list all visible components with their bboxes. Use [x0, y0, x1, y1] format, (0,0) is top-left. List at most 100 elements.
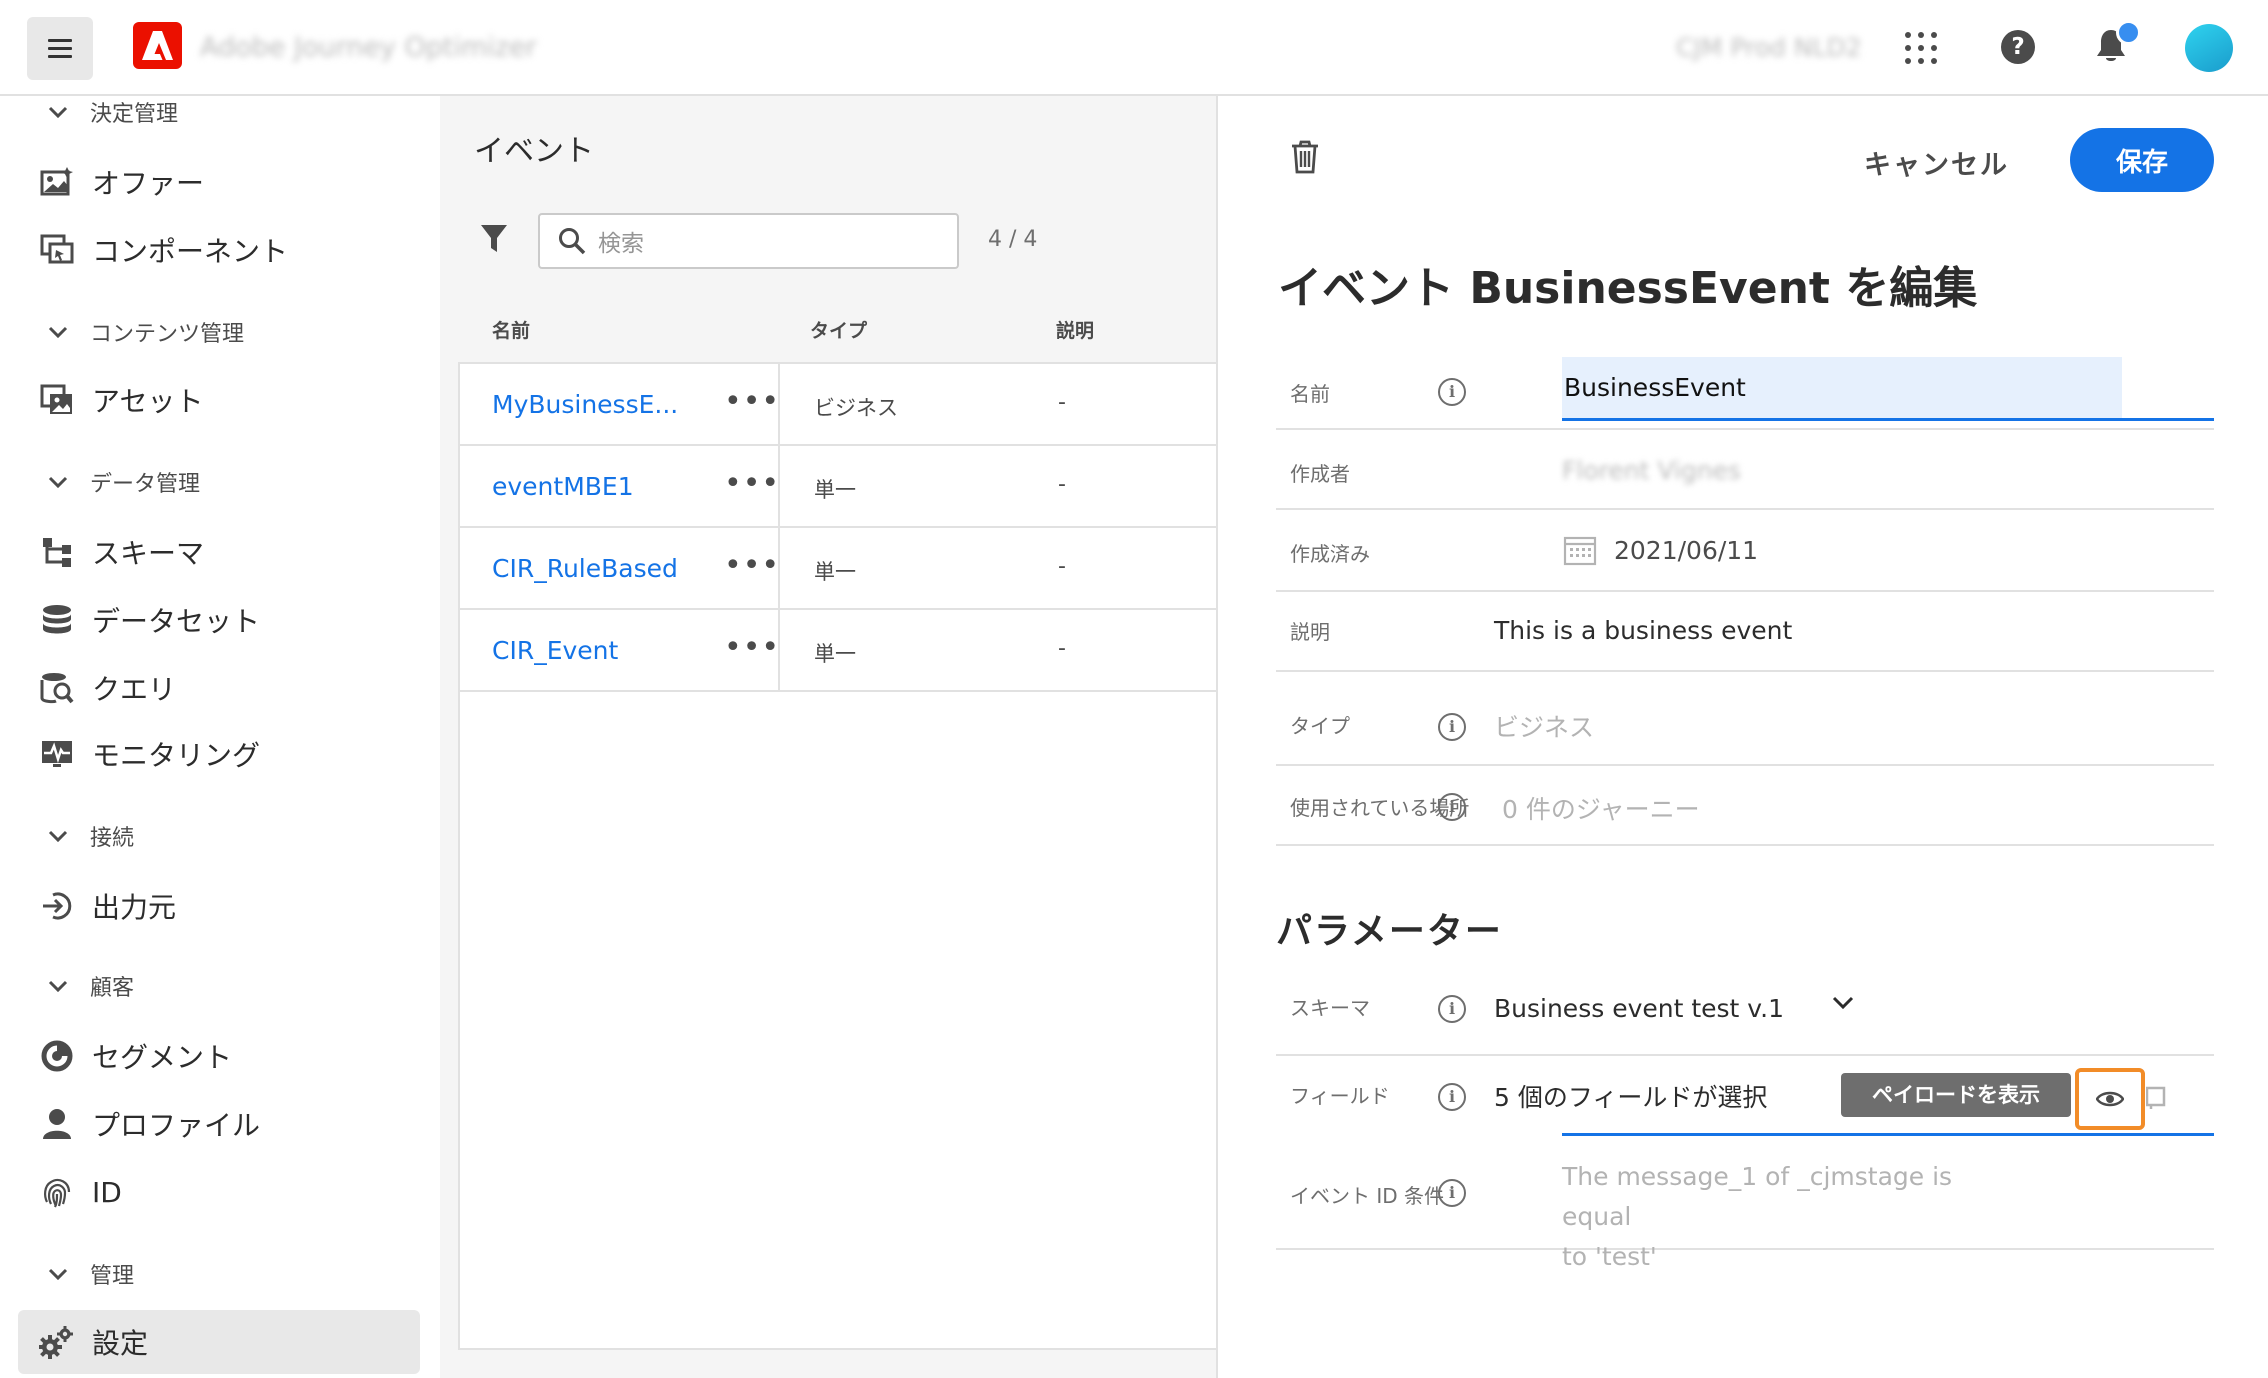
- filter-icon[interactable]: [480, 224, 508, 254]
- event-name-link[interactable]: eventMBE1: [492, 472, 634, 501]
- info-icon[interactable]: i: [1438, 1179, 1466, 1207]
- sidebar-item-profiles[interactable]: プロファイル: [38, 1096, 418, 1152]
- calendar-icon: [1563, 536, 1597, 566]
- field-label-description: 説明: [1290, 620, 1330, 644]
- column-divider: [778, 446, 780, 528]
- field-row-description: 説明 This is a business event: [1276, 592, 2214, 672]
- param-row-schema: スキーマ Business event test v.1: [1276, 972, 2214, 1056]
- sidebar-item-monitoring[interactable]: モニタリング: [38, 726, 418, 782]
- adobe-logo[interactable]: [133, 22, 182, 69]
- assets-icon: [38, 381, 76, 419]
- sidebar-item-assets[interactable]: アセット: [38, 372, 418, 428]
- sidebar-section-label: 接続: [90, 826, 135, 851]
- help-icon[interactable]: ?: [2001, 30, 2035, 64]
- used-in-value: 0 件のジャーニー: [1502, 795, 1700, 824]
- view-payload-button[interactable]: [2075, 1068, 2145, 1130]
- table-row[interactable]: CIR_RuleBased ••• 単一 -: [460, 528, 1216, 610]
- param-row-fields: フィールド 5 個のフィールドが選択: [1276, 1058, 2214, 1138]
- sidebar-item-label: クエリ: [92, 673, 177, 706]
- event-name-link[interactable]: MyBusinessE...: [492, 390, 678, 419]
- info-icon[interactable]: i: [1438, 713, 1466, 741]
- sidebar-item-queries[interactable]: クエリ: [38, 660, 418, 716]
- info-icon[interactable]: i: [1438, 995, 1466, 1023]
- event-description: -: [1058, 390, 1066, 415]
- event-id-condition-line: to 'test': [1562, 1242, 1657, 1271]
- table-row[interactable]: eventMBE1 ••• 単一 -: [460, 446, 1216, 528]
- sidebar-section-data[interactable]: データ管理: [48, 466, 200, 498]
- sidebar-section-connections[interactable]: 接続: [48, 820, 134, 852]
- apps-grid-icon[interactable]: [1905, 32, 1937, 64]
- event-description: -: [1058, 472, 1066, 497]
- sidebar-section-content[interactable]: コンテンツ管理: [48, 316, 244, 348]
- cancel-button[interactable]: キャンセル: [1864, 138, 2009, 186]
- chevron-down-icon: [48, 476, 68, 488]
- sources-icon: [38, 887, 76, 925]
- org-switcher[interactable]: CJM Prod NLD2: [1676, 33, 1862, 62]
- event-id-condition-value[interactable]: The message_1 of _cjmstage is equal to '…: [1562, 1157, 2022, 1277]
- sidebar-section-admin[interactable]: 管理: [48, 1258, 134, 1290]
- sidebar-item-identities[interactable]: ID: [38, 1164, 418, 1220]
- sidebar-item-label: アセット: [92, 385, 204, 418]
- menu-icon[interactable]: [27, 17, 93, 80]
- column-divider: [778, 610, 780, 692]
- chevron-down-icon: [48, 830, 68, 842]
- info-icon[interactable]: i: [1438, 793, 1466, 821]
- field-label-name: 名前: [1290, 382, 1330, 406]
- sidebar-item-settings[interactable]: 設定: [18, 1310, 420, 1374]
- description-field[interactable]: This is a business event: [1494, 616, 1792, 645]
- chevron-down-icon: [48, 106, 68, 118]
- table-row[interactable]: MyBusinessE... ••• ビジネス -: [460, 364, 1216, 446]
- info-icon[interactable]: i: [1438, 378, 1466, 406]
- fields-value: 5 個のフィールドが選択: [1494, 1083, 1768, 1112]
- chevron-down-icon: [48, 980, 68, 992]
- event-type: 単一: [814, 642, 856, 666]
- sidebar-item-label: データセット: [92, 605, 261, 638]
- search-input[interactable]: 検索: [538, 213, 959, 269]
- monitoring-icon: [38, 735, 76, 773]
- edit-title: イベント BusinessEvent を編集: [1278, 263, 1978, 314]
- event-name-link[interactable]: CIR_RuleBased: [492, 554, 678, 583]
- name-field[interactable]: [1562, 357, 2122, 421]
- created-date: 2021/06/11: [1614, 536, 1759, 565]
- column-header-name[interactable]: 名前: [492, 316, 530, 343]
- column-header-description[interactable]: 説明: [1056, 316, 1094, 343]
- edit-fields-icon[interactable]: [2146, 1084, 2166, 1110]
- more-icon[interactable]: •••: [724, 630, 780, 665]
- event-type: 単一: [814, 478, 856, 502]
- events-list-panel: イベント 検索 4 / 4 名前 タイプ 説明 MyBusinessE... •…: [440, 96, 1216, 1378]
- components-icon: [38, 231, 76, 269]
- sidebar-item-datasets[interactable]: データセット: [38, 592, 418, 648]
- query-icon: [38, 669, 76, 707]
- sidebar-section-label: 決定管理: [90, 102, 179, 127]
- chevron-down-icon: [48, 1268, 68, 1280]
- sidebar-item-components[interactable]: コンポーネント: [38, 222, 418, 278]
- info-icon[interactable]: i: [1438, 1083, 1466, 1111]
- user-icon: [38, 1105, 76, 1143]
- gear-icon: [38, 1323, 76, 1361]
- field-label-event-id-condition: イベント ID 条件: [1290, 1184, 1445, 1208]
- avatar[interactable]: [2185, 24, 2233, 72]
- column-header-type[interactable]: タイプ: [810, 316, 867, 343]
- chevron-down-icon[interactable]: [1832, 996, 1854, 1010]
- sidebar: 決定管理 オファー コンポーネント コンテンツ管理 アセット データ管理 スキー…: [0, 96, 438, 1378]
- field-row-author: 作成者: [1276, 430, 2214, 510]
- more-icon[interactable]: •••: [724, 466, 780, 501]
- event-name-link[interactable]: CIR_Event: [492, 636, 618, 665]
- sidebar-item-schemas[interactable]: スキーマ: [38, 524, 418, 580]
- table-row[interactable]: CIR_Event ••• 単一 -: [460, 610, 1216, 692]
- schema-select[interactable]: Business event test v.1: [1494, 994, 1784, 1023]
- sidebar-item-segments[interactable]: セグメント: [38, 1028, 418, 1084]
- column-divider: [778, 528, 780, 610]
- fields-underline: [1562, 1133, 2214, 1136]
- trash-icon[interactable]: [1290, 140, 1320, 174]
- more-icon[interactable]: •••: [724, 548, 780, 583]
- sidebar-item-label: セグメント: [92, 1041, 233, 1074]
- sidebar-section-label: 顧客: [90, 976, 135, 1001]
- sidebar-item-offers[interactable]: オファー: [38, 154, 418, 210]
- events-table: MyBusinessE... ••• ビジネス - eventMBE1 ••• …: [458, 362, 1216, 1350]
- more-icon[interactable]: •••: [724, 384, 780, 419]
- sidebar-section-customers[interactable]: 顧客: [48, 970, 134, 1002]
- sidebar-item-sources[interactable]: 出力元: [38, 878, 418, 934]
- save-button[interactable]: 保存: [2070, 128, 2214, 192]
- sidebar-section-decision[interactable]: 決定管理: [48, 96, 178, 128]
